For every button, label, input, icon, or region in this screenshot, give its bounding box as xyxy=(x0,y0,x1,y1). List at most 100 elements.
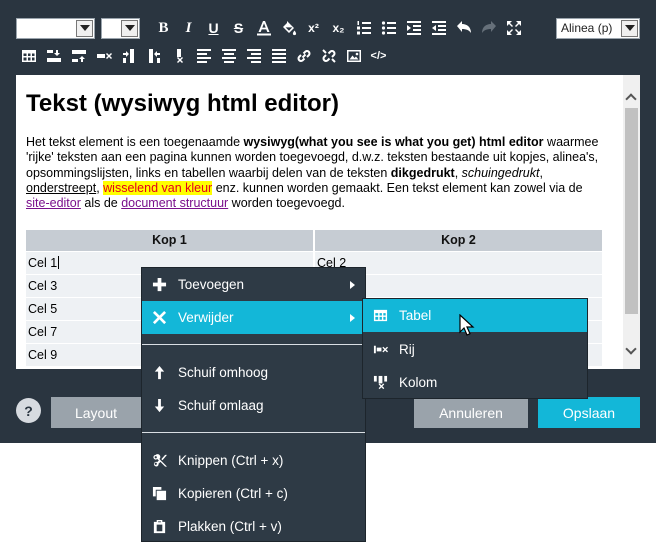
italic-icon: I xyxy=(185,19,192,36)
editor-content[interactable]: Tekst (wysiwyg html editor) Het tekst el… xyxy=(26,75,608,366)
delete-row-button[interactable] xyxy=(91,45,116,67)
menu-item-label: Toevoegen xyxy=(178,277,245,292)
paragraph-text: , xyxy=(539,165,543,180)
menu-item-label: Plakken (Ctrl + v) xyxy=(178,519,282,534)
toolbar-row-1: B I U S x² x₂ Alinea (p) xyxy=(16,17,640,39)
text-color-button[interactable] xyxy=(251,17,276,39)
superscript-button[interactable]: x² xyxy=(301,17,326,39)
menu-item-cut[interactable]: Knippen (Ctrl + x) xyxy=(142,444,365,477)
fullscreen-button[interactable] xyxy=(501,17,526,39)
background-color-button[interactable] xyxy=(276,17,301,39)
menu-divider xyxy=(142,432,365,433)
font-select[interactable] xyxy=(16,17,95,39)
outdent-button[interactable] xyxy=(426,17,451,39)
row-before-icon xyxy=(46,50,61,62)
row-after-icon xyxy=(71,50,86,62)
menu-item-move-down[interactable]: Schuif omlaag xyxy=(142,389,365,422)
insert-image-button[interactable] xyxy=(341,45,366,67)
column-delete-icon xyxy=(176,49,183,63)
align-justify-icon xyxy=(271,49,286,63)
column-icon xyxy=(373,375,387,390)
indent-icon xyxy=(406,21,421,35)
context-menu: Toevoegen Verwijder Schuif omhoog Schuif… xyxy=(141,267,366,542)
align-right-button[interactable] xyxy=(241,45,266,67)
layout-button[interactable]: Layout xyxy=(51,397,141,428)
redo-button[interactable] xyxy=(476,17,501,39)
submenu-item-label: Kolom xyxy=(399,375,438,390)
numbered-list-button[interactable] xyxy=(351,17,376,39)
align-center-button[interactable] xyxy=(216,45,241,67)
paragraph-bold: dikgedrukt xyxy=(390,165,455,180)
menu-item-label: Verwijder xyxy=(178,310,234,325)
align-left-button[interactable] xyxy=(191,45,216,67)
code-icon: </> xyxy=(370,50,387,62)
align-left-icon xyxy=(196,49,211,63)
paragraph-underline: onderstreept xyxy=(26,180,97,195)
table-header[interactable]: Kop 1 xyxy=(26,230,315,251)
paint-bucket-icon xyxy=(282,21,296,36)
submenu-item-row[interactable]: Rij xyxy=(363,333,587,366)
redo-icon xyxy=(481,21,496,33)
insert-row-before-button[interactable] xyxy=(41,45,66,67)
content-paragraph: Het tekst element is een toegenaamde wys… xyxy=(26,135,608,211)
scroll-up-icon[interactable] xyxy=(625,93,637,105)
cancel-button[interactable]: Annuleren xyxy=(414,397,528,428)
help-icon: ? xyxy=(24,402,33,419)
table-header[interactable]: Kop 2 xyxy=(314,230,604,251)
column-after-icon xyxy=(148,49,160,63)
align-justify-button[interactable] xyxy=(266,45,291,67)
underline-icon: U xyxy=(208,20,219,36)
delete-column-button[interactable] xyxy=(166,45,191,67)
format-select[interactable]: Alinea (p) xyxy=(556,17,640,39)
copy-icon xyxy=(152,486,166,501)
paragraph-text: worden toegevoegd. xyxy=(228,196,345,211)
help-button[interactable]: ? xyxy=(16,398,41,423)
outdent-icon xyxy=(431,21,446,35)
remove-link-button[interactable] xyxy=(316,45,341,67)
save-button[interactable]: Opslaan xyxy=(538,397,640,428)
text-caret xyxy=(58,255,60,269)
column-before-icon xyxy=(122,49,134,63)
undo-icon xyxy=(456,21,471,33)
insert-table-button[interactable] xyxy=(16,45,41,67)
paragraph-text: enz. kunnen worden gemaakt. Een tekst el… xyxy=(212,180,583,195)
link-icon xyxy=(297,50,310,62)
arrow-down-icon xyxy=(154,398,164,413)
superscript-icon: x² xyxy=(308,21,319,35)
close-icon xyxy=(152,310,166,325)
indent-button[interactable] xyxy=(401,17,426,39)
menu-item-move-up[interactable]: Schuif omhoog xyxy=(142,356,365,389)
bold-button[interactable]: B xyxy=(151,17,176,39)
document-structure-link[interactable]: document structuur xyxy=(121,196,228,210)
site-editor-link[interactable]: site-editor xyxy=(26,196,81,210)
menu-item-delete[interactable]: Verwijder xyxy=(142,301,365,334)
insert-row-after-button[interactable] xyxy=(66,45,91,67)
scrollbar-thumb[interactable] xyxy=(625,108,638,314)
menu-item-copy[interactable]: Kopieren (Ctrl + c) xyxy=(142,477,365,510)
paragraph-text: als de xyxy=(80,196,122,211)
insert-link-button[interactable] xyxy=(291,45,316,67)
menu-item-paste[interactable]: Plakken (Ctrl + v) xyxy=(142,510,365,543)
content-heading: Tekst (wysiwyg html editor) xyxy=(26,90,339,117)
insert-column-before-button[interactable] xyxy=(116,45,141,67)
chevron-down-icon xyxy=(76,19,93,37)
underline-button[interactable]: U xyxy=(201,17,226,39)
row-icon xyxy=(373,345,388,354)
submenu-item-column[interactable]: Kolom xyxy=(363,366,587,399)
paragraph-text: Het tekst element is een toegenaamde xyxy=(26,135,244,149)
strikethrough-button[interactable]: S xyxy=(226,17,251,39)
image-icon xyxy=(346,50,361,62)
submenu-item-table[interactable]: Tabel xyxy=(363,299,587,332)
size-select[interactable] xyxy=(101,17,140,39)
menu-item-add[interactable]: Toevoegen xyxy=(142,268,365,301)
chevron-right-icon xyxy=(350,280,355,289)
italic-button[interactable]: I xyxy=(176,17,201,39)
insert-column-after-button[interactable] xyxy=(141,45,166,67)
subscript-button[interactable]: x₂ xyxy=(326,17,351,39)
scroll-down-icon[interactable] xyxy=(625,343,637,355)
source-code-button[interactable]: </> xyxy=(366,45,391,67)
editor-scrollbar[interactable] xyxy=(623,75,640,369)
bullet-list-button[interactable] xyxy=(376,17,401,39)
undo-button[interactable] xyxy=(451,17,476,39)
submenu-item-label: Tabel xyxy=(399,308,432,323)
